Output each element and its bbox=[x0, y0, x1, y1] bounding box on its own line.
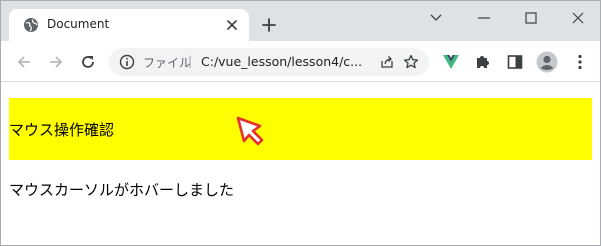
hover-status-message: マウスカーソルがホバーしました bbox=[9, 181, 235, 199]
vue-devtools-icon[interactable] bbox=[442, 53, 460, 71]
reload-icon[interactable] bbox=[79, 53, 97, 71]
menu-icon[interactable] bbox=[571, 53, 589, 71]
url-separator: | bbox=[188, 54, 193, 68]
new-tab-plus-icon[interactable] bbox=[261, 17, 277, 33]
share-icon[interactable] bbox=[379, 54, 395, 70]
arrow-right-icon[interactable] bbox=[47, 53, 65, 71]
globe-icon bbox=[24, 18, 38, 32]
hover-target-box[interactable]: マウス操作確認 bbox=[9, 98, 592, 160]
window-close-button[interactable] bbox=[555, 5, 601, 29]
tab-title: Document bbox=[47, 17, 110, 31]
address-bar[interactable]: ファイル | C:/vue_lesson/lesson4/c... bbox=[109, 48, 429, 76]
arrow-left-icon[interactable] bbox=[15, 53, 33, 71]
page-content: マウス操作確認 マウスカーソルがホバーしました bbox=[1, 82, 600, 245]
tab-strip: Document bbox=[1, 1, 600, 41]
chevron-down-icon bbox=[430, 14, 442, 21]
maximize-button[interactable] bbox=[508, 5, 554, 29]
close-icon bbox=[572, 12, 584, 24]
hover-box-text: マウス操作確認 bbox=[9, 121, 115, 139]
avatar-icon[interactable] bbox=[536, 51, 558, 73]
url-text[interactable]: C:/vue_lesson/lesson4/c... bbox=[201, 54, 362, 69]
close-icon[interactable] bbox=[225, 18, 239, 32]
star-icon[interactable] bbox=[403, 54, 419, 70]
cursor-arrow-icon bbox=[236, 116, 264, 146]
scheme-label: ファイル bbox=[143, 56, 192, 70]
browser-window: Document ファイル | C:/vue_lesson/lesson4/c.… bbox=[0, 0, 601, 246]
tab-document[interactable]: Document bbox=[9, 9, 249, 41]
maximize-icon bbox=[525, 12, 537, 24]
info-icon[interactable] bbox=[119, 54, 135, 70]
side-panel-icon[interactable] bbox=[506, 53, 524, 71]
browser-toolbar: ファイル | C:/vue_lesson/lesson4/c... bbox=[1, 41, 600, 82]
minimize-button[interactable] bbox=[461, 5, 507, 29]
tab-search-button[interactable] bbox=[413, 5, 459, 29]
minimize-icon bbox=[478, 17, 490, 19]
puzzle-icon[interactable] bbox=[474, 53, 492, 71]
